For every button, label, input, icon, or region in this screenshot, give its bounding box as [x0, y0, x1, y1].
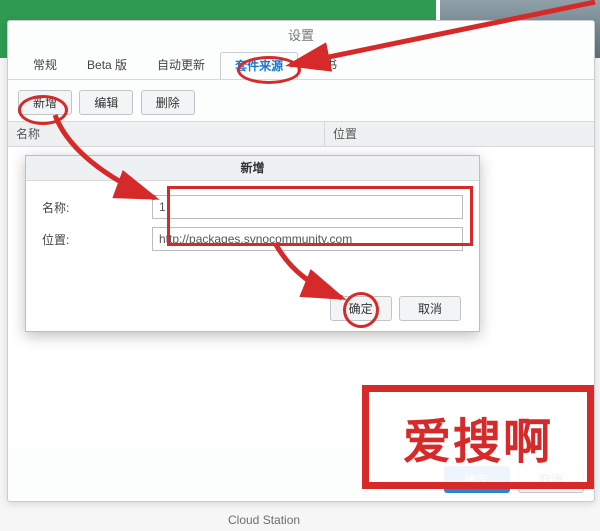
tab-certificate[interactable]: 证书 [298, 51, 352, 78]
annotation-circle-tab [237, 56, 301, 84]
tab-auto-update[interactable]: 自动更新 [142, 51, 220, 78]
tab-bar: 常规 Beta 版 自动更新 套件来源 证书 [8, 51, 594, 80]
tab-general[interactable]: 常规 [18, 51, 72, 78]
edit-button[interactable]: 编辑 [79, 90, 133, 115]
dialog-cancel-button[interactable]: 取消 [399, 296, 461, 321]
col-name[interactable]: 名称 [8, 122, 324, 146]
grid-header: 名称 位置 [8, 121, 594, 147]
annotation-rect-inputs [167, 186, 473, 246]
watermark: 爱搜啊 [362, 385, 594, 489]
tab-beta[interactable]: Beta 版 [72, 51, 142, 78]
annotation-circle-add [18, 95, 68, 125]
col-location[interactable]: 位置 [324, 122, 594, 146]
action-bar: 新增 编辑 删除 [8, 80, 594, 121]
annotation-circle-ok [343, 292, 379, 328]
cloud-station-label: Cloud Station [228, 513, 300, 527]
name-label: 名称: [42, 199, 152, 216]
window-title: 设置 [8, 21, 594, 51]
dialog-title: 新增 [26, 156, 479, 181]
remove-button[interactable]: 删除 [141, 90, 195, 115]
location-label: 位置: [42, 231, 152, 248]
